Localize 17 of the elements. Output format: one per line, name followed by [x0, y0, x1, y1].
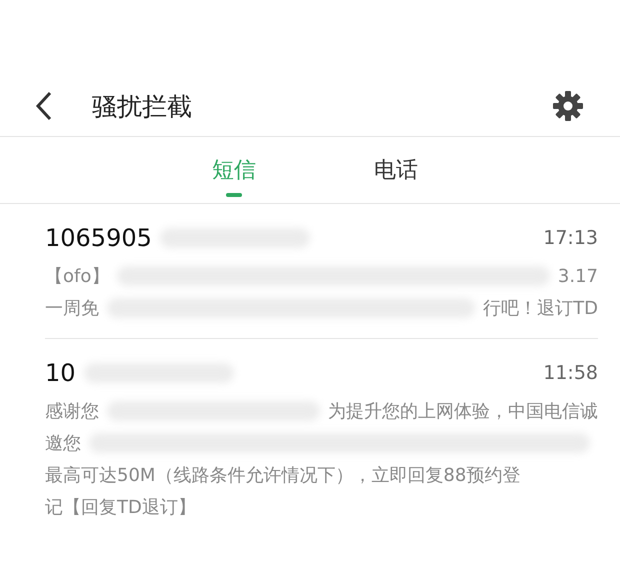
message-text: 感谢您	[45, 400, 99, 423]
sender-number: 1065905	[45, 224, 152, 252]
sender-number: 10	[45, 359, 76, 387]
message-text: 【ofo】	[45, 265, 110, 288]
settings-button[interactable]	[552, 90, 584, 122]
page-title: 骚扰拦截	[92, 90, 193, 122]
message-text: 为提升您的上网体验，中国电信诚	[328, 400, 598, 423]
message-time: 17:13	[543, 227, 598, 249]
tab[interactable]: 电话	[370, 137, 422, 203]
message-text: 行吧！退订TD	[483, 297, 598, 320]
message-text: 一周免	[45, 297, 99, 320]
message-text: 邀您	[45, 432, 81, 455]
message-text: 最高可达50M（线路条件允许情况下），立即回复88预约登	[45, 464, 520, 487]
message-time: 11:58	[543, 362, 598, 384]
message-text: 记【回复TD退订】	[45, 496, 196, 519]
back-button[interactable]	[34, 91, 54, 121]
message-text: 3.17	[558, 266, 598, 286]
